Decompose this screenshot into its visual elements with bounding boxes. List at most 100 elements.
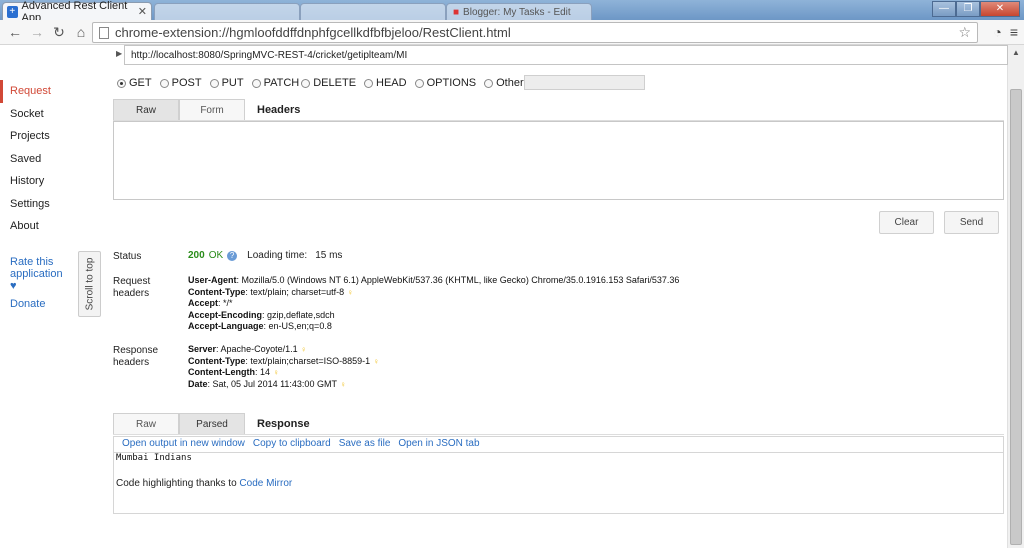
- tab-response-raw[interactable]: Raw: [113, 413, 179, 435]
- tab-favicon-icon: ■: [453, 6, 460, 18]
- radio-dot: [364, 78, 374, 88]
- code-mirror-credit: Code highlighting thanks to Code Mirror: [116, 478, 293, 489]
- clear-button[interactable]: Clear: [879, 211, 934, 234]
- hint-icon[interactable]: ♀: [273, 368, 279, 377]
- sidebar-item-about[interactable]: About: [0, 215, 75, 238]
- status-text: OK: [208, 250, 224, 261]
- request-url-input[interactable]: http://localhost:8080/SpringMVC-REST-4/c…: [124, 45, 1008, 65]
- response-body-text: Mumbai Indians: [116, 453, 192, 463]
- tab-headers-form[interactable]: Form: [179, 99, 245, 121]
- back-arrow-icon[interactable]: ←: [6, 23, 24, 41]
- radio-dot: [414, 78, 424, 88]
- status-line: 200 OK ? Loading time: 15 ms: [188, 250, 342, 261]
- radio-dot: [484, 78, 494, 88]
- status-code: 200: [188, 250, 205, 261]
- header-row: Accept-Language: en-US,en;q=0.8: [188, 321, 332, 331]
- method-delete-radio[interactable]: DELETE: [301, 77, 356, 89]
- send-button[interactable]: Send: [944, 211, 999, 234]
- header-row: Accept: */*: [188, 298, 233, 308]
- hint-icon[interactable]: ♀: [373, 357, 379, 366]
- scroll-up-icon[interactable]: ▲: [1008, 45, 1024, 61]
- radio-dot: [117, 78, 126, 88]
- copy-clipboard-link[interactable]: Copy to clipboard: [253, 437, 331, 452]
- url-expand-icon[interactable]: ▶: [116, 49, 122, 58]
- status-label: Status: [113, 251, 142, 262]
- home-icon[interactable]: ⌂: [72, 23, 90, 41]
- header-row: Server: Apache-Coyote/1.1 ♀: [188, 344, 307, 354]
- save-as-file-link[interactable]: Save as file: [339, 437, 391, 452]
- method-radio-group: GET POST PUT PATCH DELETE HEAD OPTIONS O…: [117, 77, 524, 89]
- tabs-divider: [113, 434, 1004, 435]
- open-json-tab-link[interactable]: Open in JSON tab: [398, 437, 479, 452]
- header-row: Content-Length: 14 ♀: [188, 367, 280, 377]
- headers-textarea[interactable]: [113, 121, 1004, 200]
- hint-icon[interactable]: ♀: [340, 380, 346, 389]
- radio-dot: [159, 78, 169, 88]
- sidebar-item-request[interactable]: Request: [0, 80, 75, 103]
- response-actions: Open output in new window Copy to clipbo…: [113, 436, 1004, 452]
- method-get-radio[interactable]: GET: [117, 77, 152, 89]
- arc-favicon-icon: +: [7, 5, 18, 18]
- reload-icon[interactable]: ↻: [50, 23, 68, 41]
- sidebar-item-socket[interactable]: Socket: [0, 103, 75, 126]
- open-output-link[interactable]: Open output in new window: [122, 437, 245, 452]
- header-row: Content-Type: text/plain;charset=ISO-885…: [188, 355, 380, 366]
- response-headers-list: Server: Apache-Coyote/1.1 ♀ Content-Type:…: [188, 344, 379, 390]
- headers-section-title: Headers: [257, 104, 301, 116]
- method-patch-radio[interactable]: PATCH: [251, 77, 299, 89]
- rate-application-link[interactable]: Rate this application ♥: [0, 256, 75, 292]
- window-title-bar: + Advanced Rest Client App ✕ ■ Blogger: M…: [0, 0, 1024, 24]
- response-headers-label: Response headers: [113, 345, 159, 368]
- other-method-input[interactable]: [524, 75, 645, 90]
- radio-dot: [251, 78, 261, 88]
- sidebar: Request Socket Projects Saved History Se…: [0, 80, 75, 310]
- header-row: User-Agent: Mozilla/5.0 (Windows NT 6.1)…: [188, 275, 680, 285]
- hint-icon[interactable]: ♀: [347, 288, 353, 297]
- loading-time-value: 15 ms: [315, 250, 343, 261]
- address-text: chrome-extension://hgmloofddffdnphfgcell…: [115, 25, 511, 40]
- request-headers-list: User-Agent: Mozilla/5.0 (Windows NT 6.1)…: [188, 275, 679, 333]
- header-row: Accept-Encoding: gzip,deflate,sdch: [188, 309, 335, 320]
- browser-tab-active[interactable]: + Advanced Rest Client App ✕: [2, 0, 152, 24]
- tab-response-parsed[interactable]: Parsed: [179, 413, 245, 435]
- browser-tab-3[interactable]: [300, 3, 446, 20]
- hint-icon[interactable]: ♀: [301, 345, 307, 354]
- donate-link[interactable]: Donate: [0, 298, 75, 310]
- method-options-radio[interactable]: OPTIONS: [414, 77, 476, 89]
- method-head-radio[interactable]: HEAD: [364, 77, 407, 89]
- address-bar[interactable]: chrome-extension://hgmloofddffdnphfgcell…: [92, 22, 978, 43]
- sidebar-item-saved[interactable]: Saved: [0, 148, 75, 171]
- status-help-icon[interactable]: ?: [227, 250, 238, 261]
- extension-icon[interactable]: ◔: [993, 24, 1001, 40]
- header-row: Content-Type: text/plain; charset=utf-8 ♀: [188, 286, 354, 297]
- response-tabs: Raw Parsed Response: [113, 413, 310, 435]
- window-close-icon[interactable]: ✕: [980, 1, 1020, 17]
- minimize-icon[interactable]: —: [932, 1, 956, 17]
- code-mirror-link[interactable]: Code Mirror: [239, 478, 292, 489]
- scrollbar-thumb[interactable]: [1010, 89, 1022, 545]
- sidebar-item-projects[interactable]: Projects: [0, 125, 75, 148]
- restore-icon[interactable]: ❐: [956, 1, 980, 17]
- response-section-title: Response: [257, 418, 310, 430]
- toolbar-right: ◔ ≡: [993, 24, 1018, 40]
- request-headers-label: Request headers: [113, 276, 151, 299]
- window-controls: — ❐ ✕: [932, 1, 1020, 17]
- page-scrollbar[interactable]: ▲: [1007, 45, 1024, 548]
- browser-tab-2[interactable]: [154, 3, 300, 20]
- forward-arrow-icon[interactable]: →: [28, 23, 46, 41]
- tab-close-icon[interactable]: ✕: [138, 5, 147, 18]
- menu-icon[interactable]: ≡: [1010, 24, 1018, 40]
- sidebar-item-history[interactable]: History: [0, 170, 75, 193]
- sidebar-item-settings[interactable]: Settings: [0, 193, 75, 216]
- method-other-radio[interactable]: Other: [484, 77, 524, 89]
- scroll-to-top-button[interactable]: Scroll to top: [78, 251, 101, 317]
- bookmark-star-icon[interactable]: ☆: [958, 24, 971, 41]
- method-put-radio[interactable]: PUT: [209, 77, 244, 89]
- radio-dot: [209, 78, 219, 88]
- tab-headers-raw[interactable]: Raw: [113, 99, 179, 121]
- page-icon: [99, 26, 109, 39]
- method-post-radio[interactable]: POST: [159, 77, 202, 89]
- headers-tabs: Raw Form Headers: [113, 99, 300, 121]
- scroll-to-top-label: Scroll to top: [84, 257, 95, 311]
- browser-tab-4[interactable]: ■ Blogger: My Tasks - Edit: [446, 3, 592, 20]
